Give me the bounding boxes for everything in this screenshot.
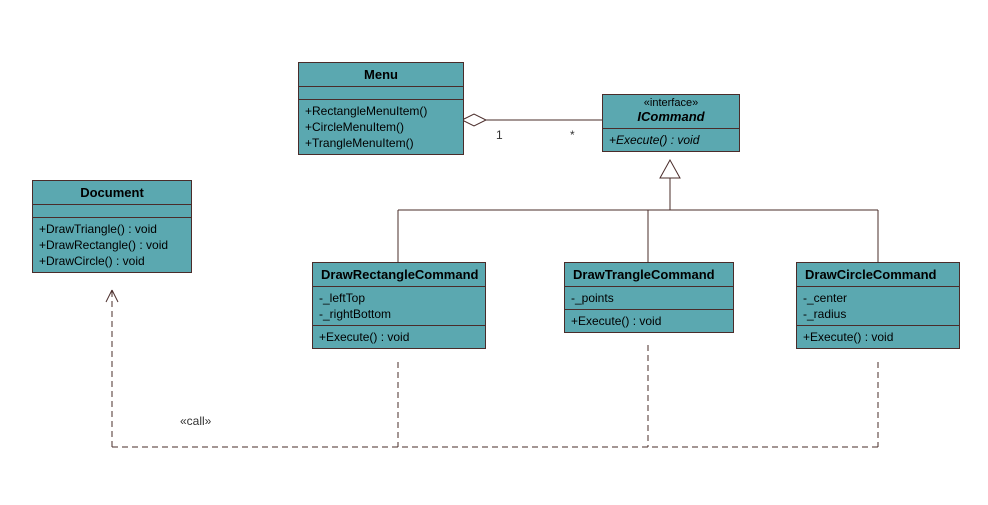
class-icommand: «interface» ICommand +Execute() : void	[602, 94, 740, 152]
attribute: -_center	[803, 290, 953, 306]
method: +RectangleMenuItem()	[305, 103, 457, 119]
class-draw-rectangle-command-title: DrawRectangleCommand	[313, 263, 485, 287]
class-menu-methods: +RectangleMenuItem() +CircleMenuItem() +…	[299, 100, 463, 154]
class-draw-trangle-command-attrs: -_points	[565, 287, 733, 310]
class-draw-rectangle-command-attrs: -_leftTop -_rightBottom	[313, 287, 485, 326]
class-draw-circle-command-attrs: -_center -_radius	[797, 287, 959, 326]
class-draw-rectangle-command: DrawRectangleCommand -_leftTop -_rightBo…	[312, 262, 486, 349]
method: +TrangleMenuItem()	[305, 135, 457, 151]
class-document-attrs	[33, 205, 191, 218]
class-draw-trangle-command-title: DrawTrangleCommand	[565, 263, 733, 287]
class-document: Document +DrawTriangle() : void +DrawRec…	[32, 180, 192, 273]
class-draw-trangle-command-methods: +Execute() : void	[565, 310, 733, 332]
class-draw-trangle-command: DrawTrangleCommand -_points +Execute() :…	[564, 262, 734, 333]
method: +DrawRectangle() : void	[39, 237, 185, 253]
class-icommand-stereotype: «interface»	[603, 95, 739, 109]
class-document-methods: +DrawTriangle() : void +DrawRectangle() …	[33, 218, 191, 272]
class-icommand-methods: +Execute() : void	[603, 129, 739, 151]
multiplicity-1: 1	[496, 128, 503, 142]
class-menu-title: Menu	[299, 63, 463, 87]
attribute: -_radius	[803, 306, 953, 322]
method: +Execute() : void	[803, 329, 953, 345]
class-draw-circle-command-methods: +Execute() : void	[797, 326, 959, 348]
attribute: -_rightBottom	[319, 306, 479, 322]
class-menu-attrs	[299, 87, 463, 100]
method: +Execute() : void	[319, 329, 479, 345]
method: +Execute() : void	[571, 313, 727, 329]
attribute: -_leftTop	[319, 290, 479, 306]
class-draw-circle-command: DrawCircleCommand -_center -_radius +Exe…	[796, 262, 960, 349]
attribute: -_points	[571, 290, 727, 306]
method: +DrawTriangle() : void	[39, 221, 185, 237]
class-draw-rectangle-command-methods: +Execute() : void	[313, 326, 485, 348]
class-document-title: Document	[33, 181, 191, 205]
class-menu: Menu +RectangleMenuItem() +CircleMenuIte…	[298, 62, 464, 155]
dependency-call-label: «call»	[180, 414, 211, 428]
method: +Execute() : void	[609, 132, 733, 148]
class-icommand-title: ICommand	[603, 109, 739, 128]
class-draw-circle-command-title: DrawCircleCommand	[797, 263, 959, 287]
method: +DrawCircle() : void	[39, 253, 185, 269]
method: +CircleMenuItem()	[305, 119, 457, 135]
multiplicity-star: *	[570, 128, 575, 142]
